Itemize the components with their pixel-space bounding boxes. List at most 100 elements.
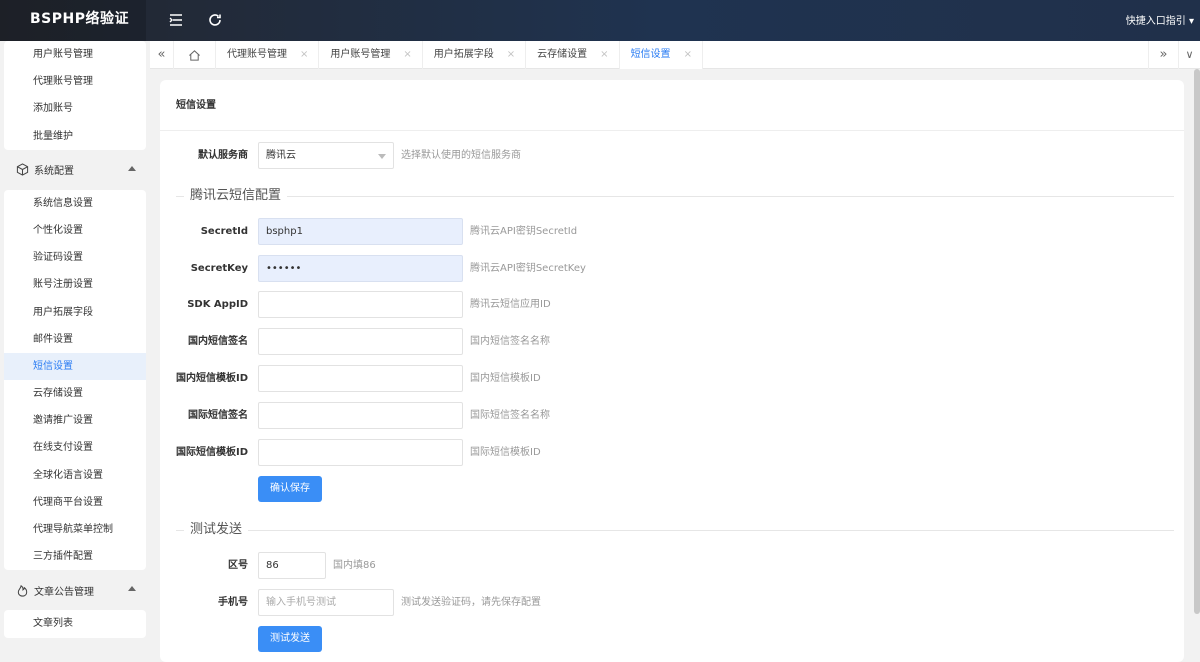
tab-label: 短信设置 [630,49,671,60]
secretid-hint: 腾讯云API密钥SecretId [470,226,578,237]
cn-sign-hint: 国内短信签名名称 [470,336,550,347]
tab[interactable]: 代理账号管理 × [216,41,320,69]
sidebar-item[interactable]: 用户账号管理 [4,41,146,68]
form-row-appid: SDK AppID 腾讯云短信应用ID [160,291,1184,318]
sidebar-item[interactable]: 个性化设置 [4,217,146,244]
quick-entry-link[interactable]: 快捷入口指引 ▾ [1126,12,1194,27]
secretid-label: SecretId [200,226,248,237]
close-icon[interactable]: × [300,49,308,60]
page-scrollbar[interactable] [1194,69,1200,614]
cn-sign-input[interactable] [258,328,463,355]
sidebar-section-system[interactable]: 系统配置 [0,150,150,190]
top-bar: BSPHP络验证 快捷入口指引 ▾ [0,0,1200,41]
intl-template-label: 国际短信模板ID [175,447,248,458]
fieldset-tencent: 腾讯云短信配置 [176,186,1174,206]
sidebar-item[interactable]: 用户拓展字段 [4,299,146,326]
intl-template-input[interactable] [258,439,463,466]
sidebar-item[interactable]: 批量维护 [4,123,146,150]
refresh-icon[interactable] [207,12,223,28]
sidebar-group-article: 文章列表 [4,610,146,638]
app-logo[interactable]: BSPHP络验证 [0,0,146,41]
sidebar: 用户账号管理 代理账号管理 添加账号 批量维护 系统配置 系统信息设置 个性化设置 验证码… [0,41,150,662]
phone-input[interactable]: 输入手机号测试 [258,589,394,616]
test-send-button[interactable]: 测试发送 [258,626,322,652]
provider-hint: 选择默认使用的短信服务商 [401,150,521,161]
cn-sign-label: 国内短信签名 [188,336,248,347]
tab[interactable]: 用户拓展字段 × [423,41,527,69]
fieldset-test: 测试发送 [176,520,1174,540]
provider-select[interactable]: 腾讯云 [258,142,394,169]
form-row-cn-sign: 国内短信签名 国内短信签名名称 [160,328,1184,355]
menu-toggle-icon[interactable] [168,12,184,28]
appid-label: SDK AppID [187,299,248,310]
tab-label: 用户账号管理 [330,49,391,60]
card-title: 短信设置 [160,80,1184,131]
home-tab[interactable] [174,41,216,69]
close-icon[interactable]: × [507,49,515,60]
tabs-dropdown-button[interactable]: ∨ [1178,41,1200,69]
fieldset-divider [176,530,1174,531]
tabs-bar: « 代理账号管理 × 用户账号管理 × 用户拓展字段 × 云存储设置 × 短信设置 × » ∨ [150,41,1200,69]
cn-template-hint: 国内短信模板ID [470,373,541,384]
form-row-intl-template: 国际短信模板ID 国际短信模板ID [160,439,1184,466]
sidebar-item[interactable]: 系统信息设置 [4,190,146,217]
sidebar-item[interactable]: 文章列表 [4,610,146,637]
sidebar-item[interactable]: 短信设置 [4,352,146,381]
sidebar-item[interactable]: 代理商平台设置 [4,489,146,516]
phone-hint: 测试发送验证码，请先保存配置 [401,597,541,608]
secretkey-label: SecretKey [190,263,248,274]
sms-settings-card: 短信设置 默认服务商 腾讯云 选择默认使用的短信服务商 腾讯云短信配置 Secr… [160,80,1184,662]
tab[interactable]: 短信设置 × [619,41,703,69]
tab[interactable]: 云存储设置 × [526,41,620,69]
save-button[interactable]: 确认保存 [258,476,322,502]
sidebar-item[interactable]: 代理导航菜单控制 [4,516,146,543]
tab-label: 用户拓展字段 [433,49,494,60]
sidebar-item[interactable]: 云存储设置 [4,380,146,407]
tabs-scroll-right-button[interactable]: » [1148,41,1178,69]
flame-icon [16,584,29,597]
intl-sign-input[interactable] [258,402,463,429]
home-icon [189,49,200,61]
cn-template-input[interactable] [258,365,463,392]
sidebar-section-label: 文章公告管理 [34,586,94,598]
tab[interactable]: 用户账号管理 × [319,41,423,69]
sidebar-item[interactable]: 邀请推广设置 [4,407,146,434]
form-row-cn-template: 国内短信模板ID 国内短信模板ID [160,365,1184,392]
sidebar-group-accounts: 用户账号管理 代理账号管理 添加账号 批量维护 [4,41,146,150]
sidebar-item[interactable]: 三方插件配置 [4,543,146,570]
cube-icon [16,163,29,176]
secretkey-input[interactable]: •••••• [258,255,463,282]
sidebar-section-article[interactable]: 文章公告管理 [0,570,150,610]
sidebar-item[interactable]: 邮件设置 [4,326,146,353]
sidebar-item[interactable]: 添加账号 [4,95,146,122]
close-icon[interactable]: × [600,49,608,60]
area-hint: 国内填86 [333,560,376,571]
close-icon[interactable]: × [403,49,411,60]
area-code-input[interactable]: 86 [258,552,326,579]
tabs-scroll-left-button[interactable]: « [150,41,174,69]
form-row-area: 区号 86 国内填86 [160,552,1184,579]
sidebar-item[interactable]: 账号注册设置 [4,271,146,298]
form-row-provider: 默认服务商 腾讯云 选择默认使用的短信服务商 [160,142,1184,169]
cn-template-label: 国内短信模板ID [175,373,248,384]
phone-label: 手机号 [218,597,248,608]
form-row-secretid: SecretId bsphp1 腾讯云API密钥SecretId [160,218,1184,245]
fieldset-legend: 腾讯云短信配置 [184,186,288,206]
intl-sign-hint: 国际短信签名名称 [470,410,550,421]
form-row-intl-sign: 国际短信签名 国际短信签名名称 [160,402,1184,429]
secretkey-hint: 腾讯云API密钥SecretKey [470,263,586,274]
intl-template-hint: 国际短信模板ID [470,447,541,458]
sidebar-item[interactable]: 全球化语言设置 [4,462,146,489]
provider-label: 默认服务商 [198,150,248,161]
sidebar-item[interactable]: 在线支付设置 [4,434,146,461]
chevron-up-icon [128,165,136,171]
secretid-input[interactable]: bsphp1 [258,218,463,245]
sidebar-section-label: 系统配置 [34,166,74,178]
appid-hint: 腾讯云短信应用ID [470,299,551,310]
appid-input[interactable] [258,291,463,318]
close-icon[interactable]: × [684,49,692,60]
sidebar-item[interactable]: 代理账号管理 [4,68,146,95]
chevron-down-icon [378,154,386,159]
chevron-up-icon [128,586,136,592]
sidebar-item[interactable]: 验证码设置 [4,244,146,271]
